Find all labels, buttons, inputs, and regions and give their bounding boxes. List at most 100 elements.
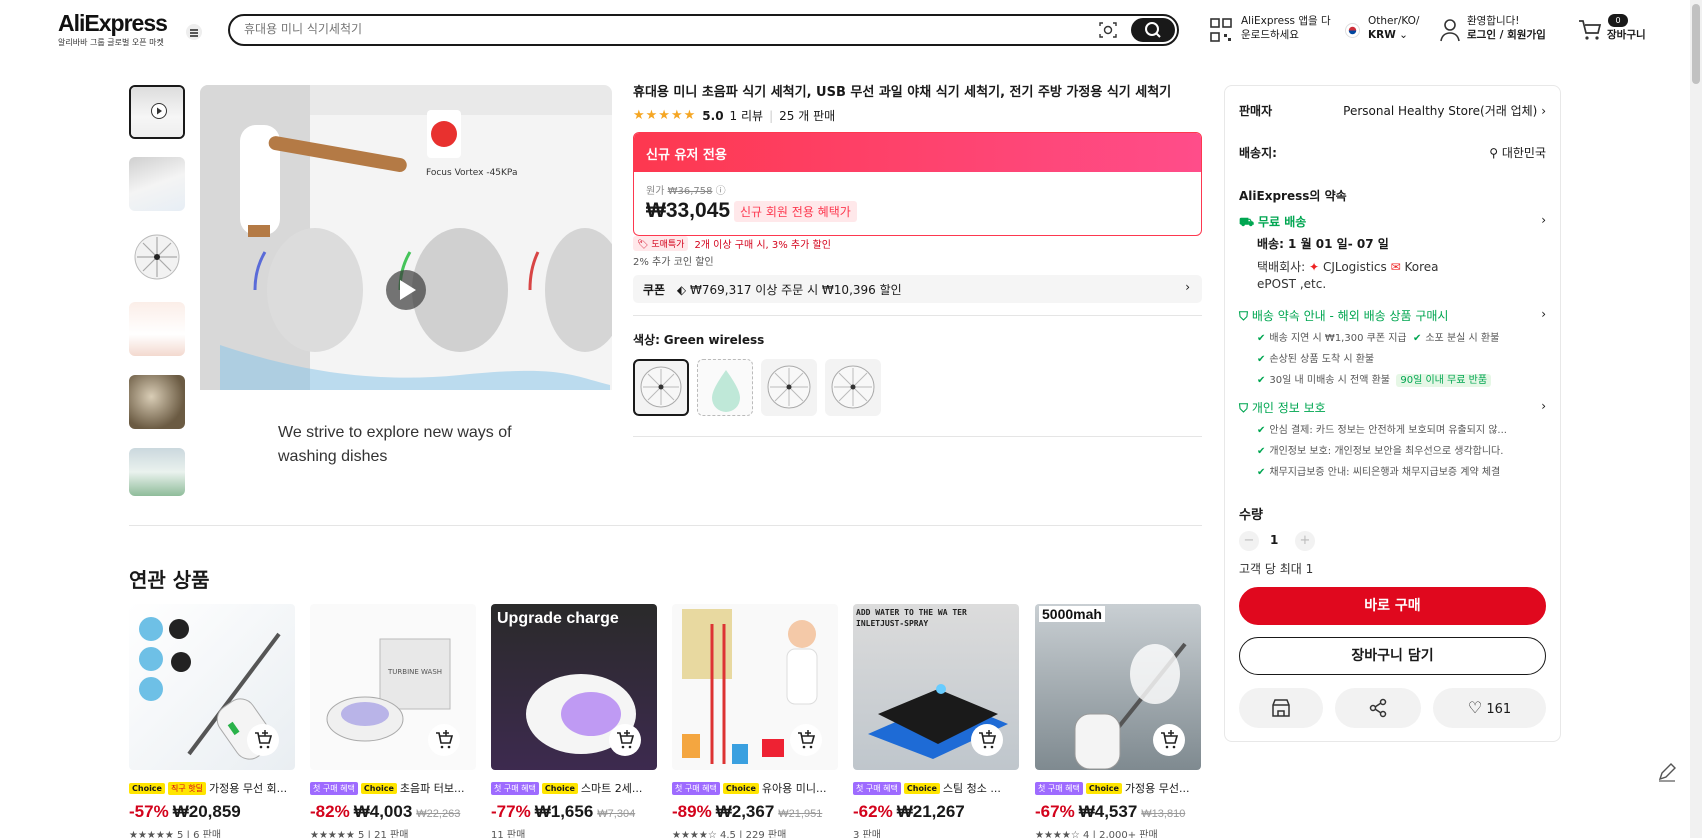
choice-chip: Choice <box>360 782 397 794</box>
scrollbar-thumb[interactable] <box>1692 4 1700 84</box>
image-search-icon[interactable] <box>1099 22 1117 38</box>
heart-icon: ♡ <box>1467 698 1483 717</box>
rating-sold-text: 3 판매 <box>853 830 881 838</box>
thumbnail-video[interactable] <box>129 85 185 139</box>
image-caption: We strive to explore new ways of washing… <box>278 421 512 469</box>
main-product-image[interactable]: Focus Vortex -45KPa We strive to explore… <box>200 85 612 497</box>
product-name: 스마트 2세... <box>580 782 643 795</box>
mini-rating-stars: ★★★★★ <box>310 830 355 838</box>
image-caption-line-1: We strive to explore new ways of <box>278 424 512 441</box>
tag-icon: 🏷 <box>637 240 649 250</box>
privacy-1: 안심 결제: 카드 정보는 안전하게 보호되며 유출되지 않... <box>1269 425 1507 436</box>
color-swatch-3[interactable] <box>761 359 817 416</box>
bulk-deal-text: 2개 이상 구매 시, 3% 추가 할인 <box>694 240 831 251</box>
app-line-1: AliExpress 앱을 다 <box>1241 15 1331 27</box>
thumbnail-4[interactable] <box>129 302 185 356</box>
add-to-cart-button[interactable]: 장바구니 담기 <box>1239 637 1546 675</box>
chevron-right-icon: › <box>1541 399 1546 413</box>
original-price-row: 원가 ₩36,758 ⓘ <box>646 182 726 197</box>
add-to-cart-icon[interactable] <box>790 724 822 756</box>
color-swatch-green-wireless[interactable] <box>633 359 689 416</box>
brand-text: Focus Vortex -45KPa <box>426 168 517 178</box>
add-to-cart-icon[interactable] <box>1153 724 1185 756</box>
privacy-row[interactable]: ⛉ 개인 정보 보호 › <box>1239 399 1546 416</box>
price-box: 신규 유저 전용 원가 ₩36,758 ⓘ ₩33,045 신규 회원 전용 혜… <box>633 132 1202 236</box>
thumbnail-5[interactable] <box>129 375 185 429</box>
image-overlay-text: 5000mah <box>1039 606 1105 622</box>
product-title: 휴대용 미니 초음파 식기 세척기, USB 무선 과일 야채 식기 세척기, … <box>633 85 1172 100</box>
product-name-line: Choice 직구 핫딜 가정용 무선 회... <box>129 780 295 796</box>
aliexpress-logo[interactable]: AliExpress 알리바바 그룹 글로벌 오픈 마켓 <box>58 10 168 48</box>
carrier-3: ePOST ,etc. <box>1257 277 1327 291</box>
product-thumbnail[interactable]: TURBINE WASH <box>310 604 476 770</box>
welcome-text: 환영합니다! <box>1467 15 1520 27</box>
sale-price: ₩2,367 <box>715 802 775 821</box>
seller-row[interactable]: 판매자 Personal Healthy Store(거래 업체) › <box>1239 102 1546 119</box>
info-icon[interactable]: ⓘ <box>716 186 726 197</box>
color-value: Green wireless <box>663 333 765 347</box>
original-price: ₩21,951 <box>778 808 823 820</box>
choice-chip: Choice <box>1085 782 1122 794</box>
rating-sold-text: 4 | 2,000+ 판매 <box>1083 830 1158 838</box>
related-product-card[interactable]: 첫 구매 혜택 Choice 유아용 미니... -89% ₩2,367 ₩21… <box>672 604 838 838</box>
ship-to-row[interactable]: 배송지: ⚲ 대한민국 <box>1239 144 1546 161</box>
add-to-cart-icon[interactable] <box>971 724 1003 756</box>
sale-price: ₩21,267 <box>896 802 965 821</box>
add-to-cart-icon[interactable] <box>609 724 641 756</box>
svg-text:TURBINE WASH: TURBINE WASH <box>387 668 442 676</box>
free-shipping-label: 무료 배송 <box>1257 215 1307 229</box>
related-product-card[interactable]: Choice 직구 핫딜 가정용 무선 회... -57% ₩20,859 ★★… <box>129 604 295 838</box>
product-name: 가정용 무선... <box>1124 782 1190 795</box>
search-input[interactable] <box>244 22 1064 36</box>
related-product-card[interactable]: TURBINE WASH 첫 구매 혜택 Choice 초음파 터보... -8… <box>310 604 476 838</box>
related-product-card[interactable]: Upgrade charge 첫 구매 혜택 Choice 스마트 2세... … <box>491 604 657 838</box>
thumbnail-6[interactable] <box>129 448 185 496</box>
product-thumbnail[interactable]: ADD WATER TO THE WA TER INLETJUST-SPRAY <box>853 604 1019 770</box>
add-to-cart-icon[interactable] <box>247 724 279 756</box>
cart-icon <box>1579 20 1602 40</box>
app-download-text: AliExpress 앱을 다 운로드하세요 <box>1241 14 1331 42</box>
share-button[interactable] <box>1335 688 1421 728</box>
privacy-line-3: ✔ 채무지급보증 안내: 씨티은행과 채무지급보증 계약 체결 <box>1257 463 1546 478</box>
related-product-card[interactable]: 5000mah 첫 구매 혜택 Choice 가정용 무선... -67% ₩4… <box>1035 604 1201 838</box>
quantity-decrease-button[interactable]: − <box>1239 531 1259 551</box>
rating-sold-line: ★★★★★ 5 | 21 판매 <box>310 826 476 838</box>
product-thumbnail[interactable] <box>672 604 838 770</box>
color-swatch-2[interactable] <box>697 359 753 416</box>
guide-4: 30일 내 미배송 시 전액 환불 <box>1269 375 1391 386</box>
quantity-value[interactable]: 1 <box>1270 533 1278 547</box>
buy-now-button[interactable]: 바로 구매 <box>1239 587 1546 625</box>
color-swatch-4[interactable] <box>825 359 881 416</box>
choice-chip: Choice <box>903 782 940 794</box>
review-count[interactable]: 1 리뷰 <box>730 107 764 124</box>
thumbnail-2[interactable] <box>129 157 185 211</box>
coupon-row[interactable]: 쿠폰 ⬖ ₩769,317 이상 주문 시 ₩10,396 할인 › <box>633 275 1202 303</box>
delivery-guide-row[interactable]: ⛉ 배송 약속 안내 - 해외 배송 상품 구매시 › <box>1239 307 1546 324</box>
guide-line-2: ✔ 손상된 상품 도착 시 환불 <box>1257 350 1546 365</box>
menu-icon[interactable] <box>186 24 202 40</box>
region-line-1: Other/KO/ <box>1368 15 1420 27</box>
wishlist-button[interactable]: ♡ 161 <box>1433 688 1546 728</box>
product-thumbnail[interactable]: 5000mah <box>1035 604 1201 770</box>
cart-label: 장바구니 <box>1607 29 1646 41</box>
location-pin-icon: ⚲ <box>1489 146 1498 160</box>
quantity-limit: 고객 당 최대 1 <box>1239 562 1314 576</box>
carrier-1: CJLogistics <box>1322 260 1387 274</box>
product-name: 유아용 미니... <box>761 782 827 795</box>
carrier-row: 택배회사: ✦ CJLogistics ✉ Korea <box>1257 258 1546 275</box>
quantity-increase-button[interactable]: + <box>1295 531 1315 551</box>
edit-pencil-icon[interactable] <box>1655 760 1679 784</box>
product-thumbnail[interactable] <box>129 604 295 770</box>
discount-percent: -62% <box>853 802 893 821</box>
add-to-cart-icon[interactable] <box>428 724 460 756</box>
login-link[interactable]: 로그인 / 회원가입 <box>1467 29 1546 41</box>
search-button[interactable] <box>1131 18 1175 42</box>
product-thumbnail[interactable]: Upgrade charge <box>491 604 657 770</box>
thumbnail-3[interactable] <box>129 230 185 284</box>
page-scrollbar[interactable] <box>1690 0 1702 838</box>
related-product-card[interactable]: ADD WATER TO THE WA TER INLETJUST-SPRAY … <box>853 604 1019 838</box>
rating-sold-text: 5 | 21 판매 <box>358 830 409 838</box>
free-shipping-row[interactable]: ⛟ 무료 배송 › <box>1239 213 1546 231</box>
product-name-line: 첫 구매 혜택 Choice 스팀 청소 ... <box>853 780 1019 796</box>
store-button[interactable] <box>1239 688 1323 728</box>
